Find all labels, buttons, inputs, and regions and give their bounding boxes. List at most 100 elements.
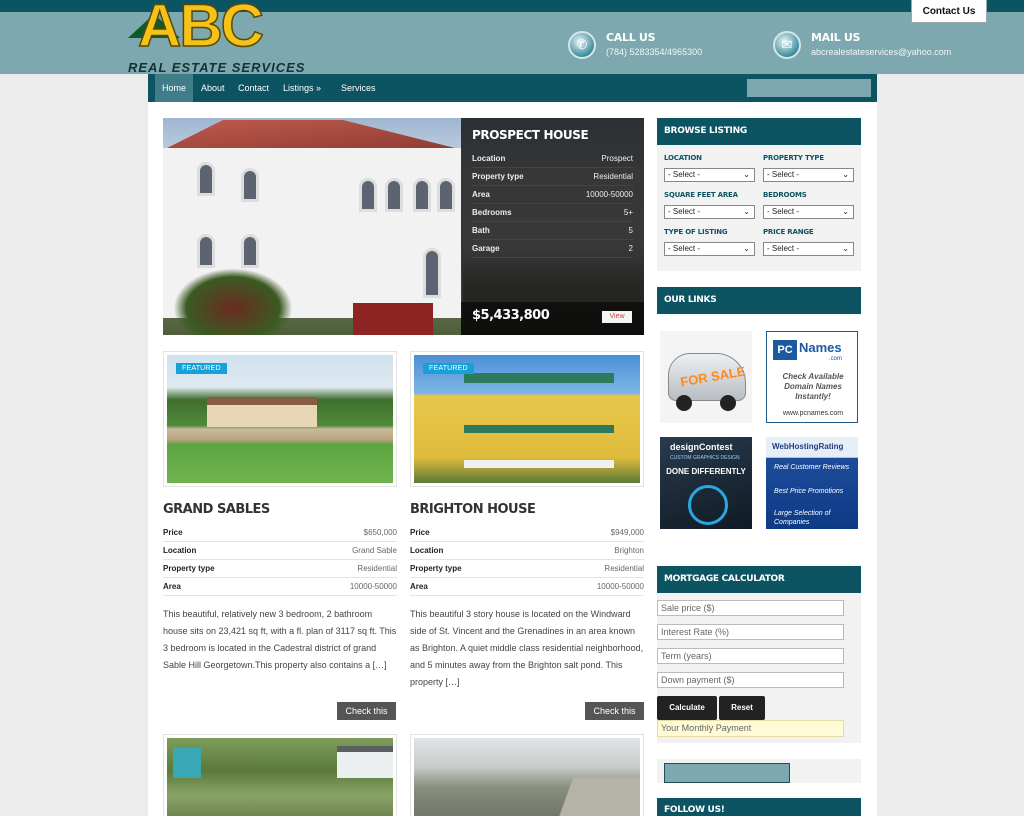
- property-type-label: PROPERTY TYPE: [763, 154, 824, 162]
- whr-item: Best Price Promotions: [774, 488, 844, 495]
- webhostingrating-ad[interactable]: WebHostingRating Real Customer Reviews B…: [766, 437, 858, 529]
- property-type-select[interactable]: - Select - ⌄: [763, 168, 854, 182]
- detail-key: Price: [410, 528, 430, 537]
- chevron-down-icon: ⌄: [743, 244, 750, 253]
- site-logo[interactable]: ABC REAL ESTATE SERVICES: [126, 0, 316, 75]
- listing-balcony: [464, 373, 614, 383]
- contact-us-tab[interactable]: Contact Us: [911, 0, 987, 23]
- chevron-down-icon: ⌄: [743, 207, 750, 216]
- hero-row-key: Area: [472, 190, 490, 199]
- listing-details: Price $650,000 Location Grand Sable Proper…: [163, 524, 397, 596]
- mail-us-address[interactable]: abcrealestateservices@yahoo.com: [811, 47, 951, 57]
- logo-tagline: REAL ESTATE SERVICES: [128, 60, 306, 75]
- phone-icon: ✆: [568, 31, 596, 59]
- select-value: - Select -: [767, 170, 800, 179]
- hero-row-key: Garage: [472, 244, 500, 253]
- featured-badge: FEATURED: [176, 363, 227, 374]
- hero-row-value: Residential: [593, 172, 633, 181]
- listing-title[interactable]: BRIGHTON HOUSE: [410, 502, 644, 517]
- listing-title[interactable]: GRAND SABLES: [163, 502, 397, 517]
- hero-slider[interactable]: PROSPECT HOUSE Location Prospect Property…: [163, 118, 644, 335]
- listing-thumb[interactable]: FEATURED: [163, 351, 397, 487]
- pcnames-url: www.pcnames.com: [782, 410, 844, 417]
- hero-row-value: 5: [628, 226, 633, 235]
- pcnames-tagline: Check Available Domain Names Instantly!: [782, 372, 844, 401]
- hero-row-key: Location: [472, 154, 506, 163]
- car-wheel: [720, 395, 736, 411]
- detail-key: Property type: [163, 564, 215, 573]
- nav-search-input[interactable]: [747, 79, 871, 97]
- pcnames-ad[interactable]: PC Names .com Check Available Domain Nam…: [766, 331, 858, 423]
- listing-railing: [464, 460, 614, 468]
- detail-key: Area: [163, 582, 181, 591]
- chevron-down-icon: ⌄: [743, 170, 750, 179]
- listing-card: FEATURED BRIGHTON HOUSE Price $949,000 Lo…: [410, 351, 644, 691]
- term-input[interactable]: Term (years): [657, 648, 844, 664]
- square-feet-select[interactable]: - Select - ⌄: [664, 205, 755, 219]
- listing-description: This beautiful, relatively new 3 bedroom…: [163, 609, 397, 670]
- hero-row-key: Bath: [472, 226, 490, 235]
- nav-home[interactable]: Home: [155, 74, 194, 102]
- hero-row-value: Prospect: [601, 154, 633, 163]
- detail-row: Location Grand Sable: [163, 542, 397, 560]
- nav-about[interactable]: About: [194, 74, 232, 102]
- bedrooms-label: BEDROOMS: [763, 191, 807, 199]
- sidebar-search-input[interactable]: [664, 763, 790, 783]
- down-payment-input[interactable]: Down payment ($): [657, 672, 844, 688]
- detail-value: $650,000: [363, 528, 397, 537]
- location-select[interactable]: - Select - ⌄: [664, 168, 755, 182]
- nav-listings[interactable]: Listings »: [276, 74, 328, 102]
- detail-value: 10000-50000: [596, 582, 644, 591]
- select-value: - Select -: [767, 207, 800, 216]
- listing-thumb[interactable]: [410, 734, 644, 816]
- designcontest-tagline: DONE DIFFERENTLY: [666, 467, 746, 476]
- hero-view-button[interactable]: View: [602, 311, 632, 323]
- bedrooms-select[interactable]: - Select - ⌄: [763, 205, 854, 219]
- hero-row: Bedrooms 5+: [472, 204, 633, 222]
- hero-row: Area 10000-50000: [472, 186, 633, 204]
- check-this-button[interactable]: Check this: [585, 702, 644, 720]
- hero-window: [241, 168, 259, 202]
- nav-contact[interactable]: Contact: [231, 74, 276, 102]
- hero-row-value: 5+: [623, 208, 633, 217]
- listing-thumb[interactable]: FEATURED: [410, 351, 644, 487]
- type-of-listing-select[interactable]: - Select - ⌄: [664, 242, 755, 256]
- detail-key: Location: [410, 546, 444, 555]
- hero-row-value: 10000-50000: [585, 190, 633, 199]
- hero-title[interactable]: PROSPECT HOUSE: [472, 128, 633, 142]
- hero-window: [359, 178, 377, 212]
- hero-window: [197, 234, 215, 268]
- detail-row: Price $949,000: [410, 524, 644, 542]
- hero-row: Property type Residential: [472, 168, 633, 186]
- detail-key: Location: [163, 546, 197, 555]
- reset-button[interactable]: Reset: [719, 696, 765, 720]
- pcnames-logo-mark: PC: [773, 340, 797, 360]
- whr-item: Large Selection of Companies: [774, 510, 831, 526]
- listing-thumb[interactable]: [163, 734, 397, 816]
- nav-services[interactable]: Services: [334, 74, 383, 102]
- check-this-button[interactable]: Check this: [337, 702, 396, 720]
- listing-card: FEATURED GRAND SABLES Price $650,000 Loca…: [163, 351, 397, 674]
- car-for-sale-ad[interactable]: FOR SALE: [660, 331, 752, 423]
- detail-key: Price: [163, 528, 183, 537]
- detail-row: Location Brighton: [410, 542, 644, 560]
- listing-photo: [167, 738, 393, 816]
- hero-info-panel: PROSPECT HOUSE Location Prospect Property…: [461, 118, 644, 335]
- sale-price-input[interactable]: Sale price ($): [657, 600, 844, 616]
- price-range-select[interactable]: - Select - ⌄: [763, 242, 854, 256]
- follow-us-header: FOLLOW US!: [657, 798, 861, 816]
- select-value: - Select -: [668, 170, 701, 179]
- calculate-button[interactable]: Calculate: [657, 696, 717, 720]
- hero-row: Bath 5: [472, 222, 633, 240]
- detail-value: $949,000: [610, 528, 644, 537]
- monthly-payment-output: Your Monthly Payment: [657, 720, 844, 737]
- detail-key: Area: [410, 582, 428, 591]
- hero-window: [197, 162, 215, 196]
- call-us-block: ✆ CALL US (784) 5283354/4965300: [568, 31, 702, 59]
- designcontest-ad[interactable]: designContest CUSTOM GRAPHICS DESIGN DON…: [660, 437, 752, 529]
- call-us-number: (784) 5283354/4965300: [606, 47, 703, 57]
- detail-value: 10000-50000: [349, 582, 397, 591]
- interest-rate-input[interactable]: Interest Rate (%): [657, 624, 844, 640]
- designcontest-sub: CUSTOM GRAPHICS DESIGN: [670, 455, 740, 461]
- mail-us-label: MAIL US: [811, 31, 861, 44]
